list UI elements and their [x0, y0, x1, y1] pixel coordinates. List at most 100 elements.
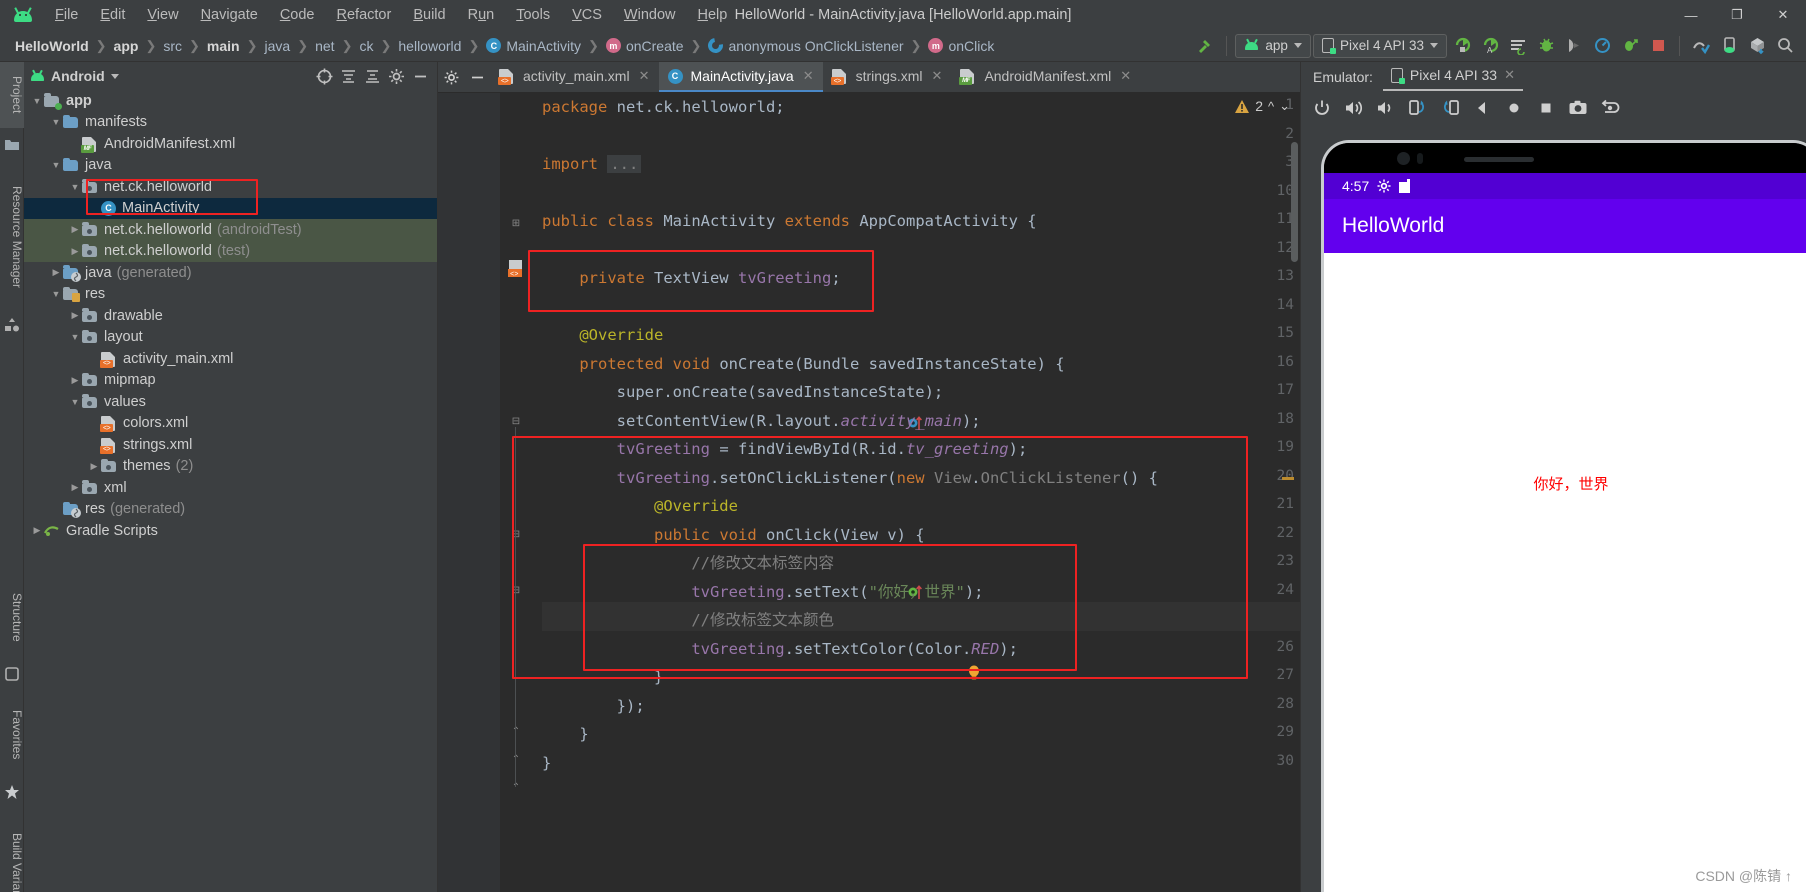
rotate-left-icon[interactable] — [1403, 95, 1433, 121]
rotate-right-icon[interactable] — [1435, 95, 1465, 121]
tree-item-values[interactable]: ▼ values — [24, 391, 437, 413]
fold-end-onclick-icon[interactable]: ⌃ — [510, 725, 522, 737]
volume-down-icon[interactable] — [1371, 95, 1401, 121]
maximize-button[interactable]: ❐ — [1714, 0, 1760, 30]
tree-item-res[interactable]: res (generated) — [24, 499, 437, 521]
gradle-sync-icon[interactable] — [1744, 33, 1770, 59]
editor-scrollbar[interactable] — [1291, 142, 1298, 262]
editor-settings-icon[interactable] — [438, 62, 464, 92]
prev-problem-icon[interactable]: ^ — [1268, 99, 1274, 114]
tree-item-net-ck-helloworld[interactable]: ▶ net.ck.helloworld (test) — [24, 240, 437, 262]
attach-debugger-icon[interactable] — [1617, 33, 1643, 59]
stop-icon[interactable] — [1645, 33, 1671, 59]
chevron-down-icon[interactable]: ▼ — [68, 397, 82, 407]
menu-item-run[interactable]: Run — [457, 3, 506, 27]
run-with-coverage-icon[interactable]: A — [1477, 33, 1503, 59]
close-icon[interactable]: ✕ — [1120, 68, 1131, 84]
power-icon[interactable] — [1307, 95, 1337, 121]
editor-tab-strings-xml[interactable]: <> strings.xml ✕ — [823, 62, 952, 92]
emulator-device-tab[interactable]: Pixel 4 API 33 ✕ — [1382, 63, 1523, 91]
breadcrumb-item-src[interactable]: src — [158, 36, 187, 56]
project-view-selector[interactable]: Android — [30, 68, 119, 84]
chevron-right-icon[interactable]: ▶ — [68, 246, 82, 257]
chevron-down-icon[interactable]: ▼ — [49, 160, 63, 170]
chevron-right-icon[interactable]: ▶ — [68, 224, 82, 235]
sidebar-item-build-variants[interactable]: Build Variants — [0, 810, 24, 892]
avd-manager-icon[interactable] — [1716, 33, 1742, 59]
search-icon[interactable] — [1772, 33, 1798, 59]
next-problem-icon[interactable]: ⌄ — [1279, 98, 1290, 114]
tree-item-drawable[interactable]: ▶ drawable — [24, 305, 437, 327]
editor-tab-mainactivity-java[interactable]: C MainActivity.java ✕ — [658, 62, 823, 92]
fold-end-listener-icon[interactable]: ⌃ — [510, 753, 522, 765]
gear-icon[interactable] — [385, 65, 407, 87]
menu-item-file[interactable]: File — [44, 3, 89, 27]
menu-item-code[interactable]: Code — [269, 3, 326, 27]
chevron-right-icon[interactable]: ▶ — [68, 310, 82, 321]
tree-item-colors-xml[interactable]: <> colors.xml — [24, 413, 437, 435]
sdk-manager-icon[interactable] — [1688, 33, 1714, 59]
editor-tab-androidmanifest-xml[interactable]: MF AndroidManifest.xml ✕ — [951, 62, 1140, 92]
minimize-button[interactable]: — — [1668, 0, 1714, 30]
greeting-textview[interactable]: 你好，世界 — [1324, 473, 1806, 494]
chevron-down-icon[interactable]: ▼ — [49, 117, 63, 127]
breadcrumb-item-main[interactable]: main — [202, 36, 245, 56]
fold-collapse-listener-icon[interactable]: ⊟ — [510, 528, 522, 540]
breadcrumb-item-helloworld[interactable]: helloworld — [393, 36, 466, 56]
menu-item-edit[interactable]: Edit — [89, 3, 136, 27]
device-selector[interactable]: Pixel 4 API 33 — [1312, 33, 1447, 58]
tree-item-xml[interactable]: ▶ xml — [24, 477, 437, 499]
volume-up-icon[interactable] — [1339, 95, 1369, 121]
sidebar-item-favorites[interactable]: Favorites — [0, 690, 24, 780]
collapse-all-icon[interactable] — [361, 65, 383, 87]
editor-hide-icon[interactable] — [464, 62, 490, 92]
breadcrumb-item-anonymous-onclicklistener[interactable]: anonymous OnClickListener — [703, 36, 908, 56]
code-text[interactable]: package net.ck.helloworld; import ... pu… — [542, 93, 1300, 892]
screenshot-icon[interactable] — [1563, 95, 1593, 121]
chevron-down-icon[interactable]: ▼ — [30, 96, 44, 106]
chevron-down-icon[interactable]: ▼ — [49, 289, 63, 299]
close-button[interactable]: ✕ — [1760, 0, 1806, 30]
chevron-down-icon[interactable]: ▼ — [68, 332, 82, 342]
sidebar-item-resource-manager[interactable]: Resource Manager — [0, 162, 24, 312]
debug-icon[interactable] — [1533, 33, 1559, 59]
target-icon[interactable] — [313, 65, 335, 87]
overview-icon[interactable] — [1531, 95, 1561, 121]
build-hammer-icon[interactable] — [1192, 33, 1218, 59]
module-selector[interactable]: app — [1235, 33, 1311, 58]
emulator-device-screen[interactable]: 4:57 HelloWorld 你好，世界 — [1321, 140, 1806, 892]
device-viewport[interactable]: 4:57 HelloWorld 你好，世界 — [1324, 173, 1806, 892]
menu-item-refactor[interactable]: Refactor — [326, 3, 403, 27]
breadcrumb-item-net[interactable]: net — [310, 36, 339, 56]
menu-item-help[interactable]: Help — [686, 3, 738, 27]
breadcrumb-item-ck[interactable]: ck — [354, 36, 378, 56]
chevron-right-icon[interactable]: ▶ — [68, 482, 82, 493]
close-icon[interactable]: ✕ — [803, 68, 814, 84]
close-icon[interactable]: ✕ — [932, 68, 943, 84]
breadcrumb-item-app[interactable]: app — [109, 36, 144, 56]
menu-item-window[interactable]: Window — [613, 3, 687, 27]
run-icon[interactable] — [1449, 33, 1475, 59]
chevron-right-icon[interactable]: ▶ — [68, 375, 82, 386]
fold-collapse-onclick-icon[interactable]: ⊟ — [510, 584, 522, 596]
close-icon[interactable]: ✕ — [1504, 67, 1515, 83]
chevron-right-icon[interactable]: ▶ — [87, 461, 101, 472]
tree-item-app[interactable]: ▼ app — [24, 90, 437, 112]
tree-item-res[interactable]: ▼ res — [24, 284, 437, 306]
sidebar-item-project[interactable]: Project — [0, 62, 24, 128]
home-icon[interactable] — [1499, 95, 1529, 121]
tree-item-net-ck-helloworld[interactable]: ▶ net.ck.helloworld (androidTest) — [24, 219, 437, 241]
tree-item-gradle-scripts[interactable]: ▶ Gradle Scripts — [24, 520, 437, 542]
breadcrumb-item-oncreate[interactable]: m onCreate — [601, 36, 689, 56]
fold-collapse-oncreate-icon[interactable]: ⊟ — [510, 415, 522, 427]
back-icon[interactable] — [1467, 95, 1497, 121]
editor-tab-activity-main-xml[interactable]: <> activity_main.xml ✕ — [490, 62, 659, 92]
chevron-right-icon[interactable]: ▶ — [49, 267, 63, 278]
breadcrumb-item-mainactivity[interactable]: C MainActivity — [481, 36, 586, 56]
menu-item-navigate[interactable]: Navigate — [190, 3, 269, 27]
hide-panel-icon[interactable] — [409, 65, 431, 87]
chevron-right-icon[interactable]: ▶ — [30, 525, 44, 536]
menu-item-tools[interactable]: Tools — [505, 3, 561, 27]
close-icon[interactable]: ✕ — [639, 68, 650, 84]
menu-item-vcs[interactable]: VCS — [561, 3, 613, 27]
